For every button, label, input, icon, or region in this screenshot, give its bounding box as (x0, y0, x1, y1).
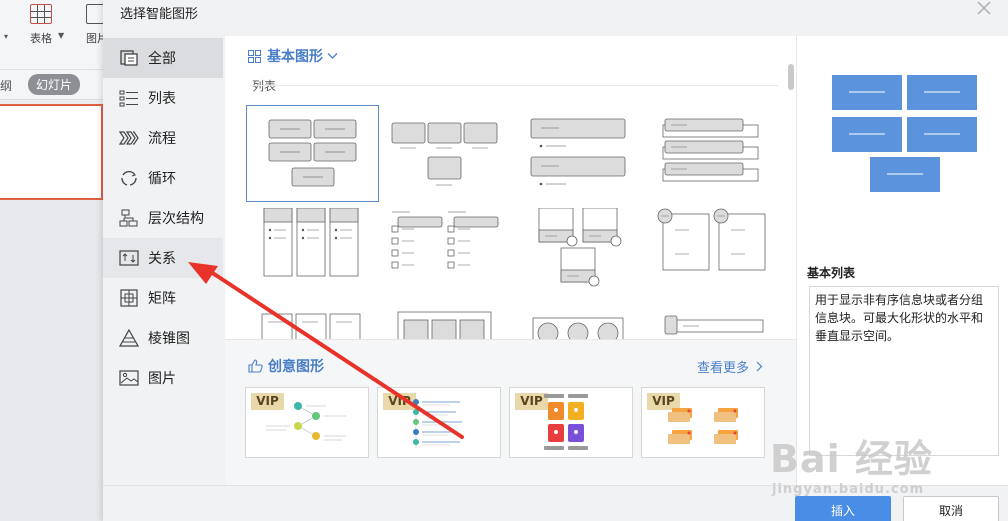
relationship-icon (119, 250, 139, 266)
chevron-right-icon (756, 361, 763, 372)
creative-card-2[interactable]: VIP (377, 387, 501, 458)
table-icon (30, 4, 52, 24)
sidebar-item-pyramid[interactable]: 棱锥图 (103, 318, 223, 358)
hierarchy-icon (119, 209, 138, 227)
pyramid-icon (119, 329, 139, 347)
thumb-basic-list[interactable] (246, 105, 379, 202)
thumb-list-11[interactable] (511, 308, 644, 339)
thumb-list-10[interactable] (378, 308, 511, 339)
sidebar-item-picture[interactable]: 图片 (103, 358, 223, 398)
sidebar-item-list[interactable]: 列表 (103, 78, 223, 118)
slide-thumbnail[interactable] (0, 104, 103, 200)
background-area (0, 200, 103, 521)
preview-description: 用于显示非有序信息块或者分组信息块。可最大化形状的水平和垂直显示空间。 (809, 286, 999, 456)
sidebar-item-process[interactable]: 流程 (103, 118, 223, 158)
preview-panel: 基本列表 用于显示非有序信息块或者分组信息块。可最大化形状的水平和垂直显示空间。 (796, 36, 1008, 521)
thumb-list-3[interactable] (511, 105, 644, 202)
grid-icon (248, 49, 261, 63)
slide-tab[interactable]: 幻灯片 (28, 74, 81, 95)
thumb-list-9[interactable] (246, 308, 379, 339)
sidebar-item-cycle[interactable]: 循环 (103, 158, 223, 198)
sidebar-item-label: 层次结构 (148, 211, 204, 227)
picture-icon (119, 370, 139, 386)
sidebar-item-label: 棱锥图 (148, 331, 190, 347)
small-dot-icon: ▾ (4, 32, 9, 41)
preview-graphic (832, 75, 977, 192)
category-sidebar: 全部 列表 流程 循环 层次结构 关系 矩阵 棱锥图 图片 (103, 36, 225, 521)
smart-graphic-dialog: 选择智能图形 全部 列表 流程 循环 层次结构 关系 矩阵 棱锥图 图片 基本图… (103, 0, 1008, 521)
sidebar-item-relationship[interactable]: 关系 (103, 238, 223, 278)
sidebar-item-matrix[interactable]: 矩阵 (103, 278, 223, 318)
creative-graphics-heading: 创意图形 (248, 356, 324, 376)
sidebar-item-label: 流程 (148, 131, 176, 147)
sidebar-item-label: 全部 (148, 51, 176, 67)
all-icon (120, 50, 138, 66)
thumb-list-6[interactable] (378, 208, 511, 305)
see-more-link[interactable]: 查看更多 (697, 357, 763, 376)
thumb-list-8[interactable] (643, 208, 776, 305)
thumbs-up-icon (248, 359, 263, 373)
sidebar-item-hierarchy[interactable]: 层次结构 (103, 198, 223, 238)
chevron-down-icon (327, 53, 338, 59)
gallery-scrollbar[interactable] (788, 64, 795, 334)
preview-title: 基本列表 (807, 266, 856, 280)
close-icon[interactable] (974, 0, 994, 20)
cycle-icon (121, 171, 137, 186)
creative-card-1[interactable]: VIP (245, 387, 369, 458)
category-divider (250, 85, 778, 86)
dialog-footer: 插入 取消 (103, 485, 1008, 521)
basic-shapes-label: 基本图形 (267, 49, 323, 65)
thumb-list-5[interactable] (246, 207, 379, 305)
sidebar-item-label: 列表 (148, 91, 176, 107)
see-more-label: 查看更多 (697, 361, 750, 376)
creative-card-4[interactable]: VIP (641, 387, 765, 458)
outline-tab[interactable]: 纲 (0, 77, 12, 94)
insert-button[interactable]: 插入 (795, 496, 891, 521)
graphics-gallery: 基本图形 列表 创意图形 查看更多 VIP VIP VIP VIP (225, 36, 796, 521)
process-icon (119, 131, 139, 145)
dropdown-arrow-icon: ▼ (58, 31, 65, 40)
cancel-button[interactable]: 取消 (903, 496, 999, 521)
sidebar-item-label: 图片 (148, 371, 176, 387)
sidebar-item-label: 循环 (148, 171, 176, 187)
matrix-icon (120, 289, 138, 307)
table-tool[interactable]: 表格 (30, 4, 52, 46)
background-view-tabs: 纲 幻灯片 (0, 70, 103, 100)
creative-card-3[interactable]: VIP (509, 387, 633, 458)
creative-graphics-label: 创意图形 (268, 359, 324, 375)
basic-shapes-dropdown[interactable]: 基本图形 (248, 46, 338, 66)
sidebar-item-label: 关系 (148, 251, 176, 267)
table-tool-label: 表格 (30, 32, 52, 45)
thumb-list-2[interactable] (378, 105, 511, 202)
thumb-list-12[interactable] (643, 308, 776, 339)
sidebar-item-all[interactable]: 全部 (103, 38, 223, 78)
thumb-list-7[interactable] (511, 207, 644, 305)
shape-thumbnails (225, 94, 796, 339)
list-icon (119, 90, 138, 107)
dialog-title: 选择智能图形 (120, 7, 199, 22)
sidebar-item-label: 矩阵 (148, 291, 176, 307)
thumb-list-4[interactable] (643, 105, 776, 202)
dialog-header: 选择智能图形 (103, 0, 1008, 36)
scrollbar-thumb[interactable] (788, 64, 794, 90)
